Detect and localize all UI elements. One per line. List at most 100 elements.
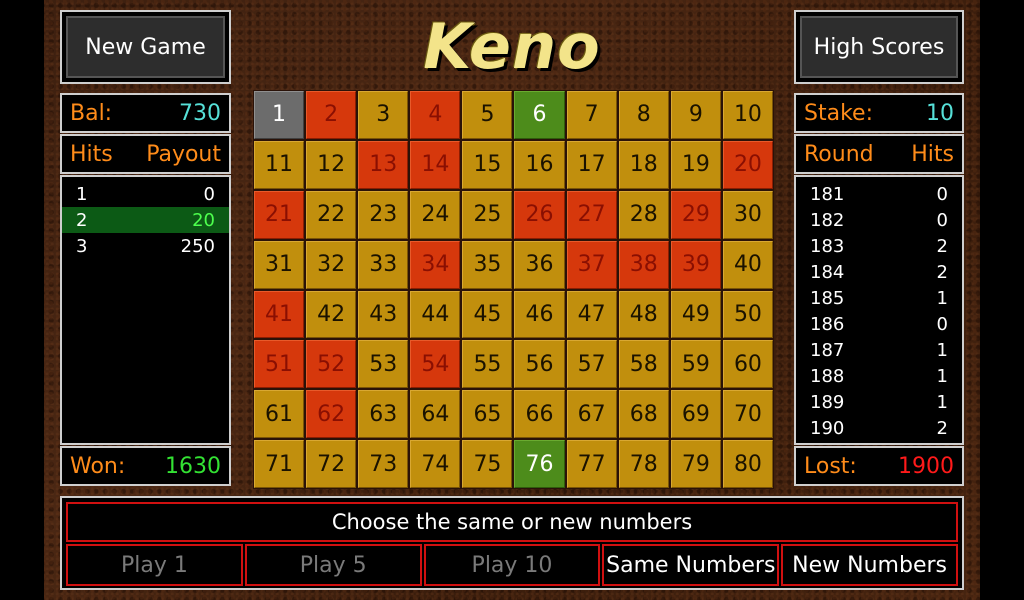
- board-cell-37[interactable]: 37: [566, 240, 617, 289]
- board-cell-62[interactable]: 62: [306, 390, 357, 439]
- board-cell-56[interactable]: 56: [514, 340, 565, 389]
- board-cell-2[interactable]: 2: [306, 91, 357, 139]
- board-cell-43[interactable]: 43: [358, 290, 409, 339]
- board-cell-28[interactable]: 28: [618, 190, 669, 239]
- board-cell-41[interactable]: 41: [254, 290, 305, 339]
- board-cell-55[interactable]: 55: [462, 340, 513, 389]
- board-cell-39[interactable]: 39: [670, 240, 721, 289]
- board-cell-11[interactable]: 11: [254, 140, 305, 189]
- hits-header: Hits: [70, 141, 113, 167]
- board-cell-27[interactable]: 27: [566, 190, 617, 239]
- board-cell-9[interactable]: 9: [670, 91, 721, 139]
- round-hits: 1: [936, 287, 948, 309]
- board-cell-60[interactable]: 60: [722, 340, 773, 389]
- board-cell-54[interactable]: 54: [410, 340, 461, 389]
- board-cell-22[interactable]: 22: [306, 190, 357, 239]
- status-message: Choose the same or new numbers: [66, 502, 958, 542]
- board-cell-52[interactable]: 52: [306, 340, 357, 389]
- board-cell-8[interactable]: 8: [618, 91, 669, 139]
- board-cell-63[interactable]: 63: [358, 390, 409, 439]
- board-cell-75[interactable]: 75: [462, 440, 513, 488]
- board-cell-35[interactable]: 35: [462, 240, 513, 289]
- board-cell-23[interactable]: 23: [358, 190, 409, 239]
- balance-label: Bal:: [70, 100, 113, 126]
- board-cell-48[interactable]: 48: [618, 290, 669, 339]
- board-cell-15[interactable]: 15: [462, 140, 513, 189]
- board-cell-30[interactable]: 30: [722, 190, 773, 239]
- board-cell-61[interactable]: 61: [254, 390, 305, 439]
- board-cell-25[interactable]: 25: [462, 190, 513, 239]
- board-cell-19[interactable]: 19: [670, 140, 721, 189]
- new-game-button-frame: New Game: [60, 10, 231, 84]
- payout-hits: 3: [76, 235, 88, 257]
- play-5-button[interactable]: Play 5: [244, 544, 422, 586]
- round-row: 185 1: [796, 285, 962, 311]
- board-cell-44[interactable]: 44: [410, 290, 461, 339]
- board-cell-21[interactable]: 21: [254, 190, 305, 239]
- board-cell-68[interactable]: 68: [618, 390, 669, 439]
- board-cell-51[interactable]: 51: [254, 340, 305, 389]
- board-cell-33[interactable]: 33: [358, 240, 409, 289]
- won-label: Won:: [70, 453, 126, 479]
- board-cell-17[interactable]: 17: [566, 140, 617, 189]
- board-cell-46[interactable]: 46: [514, 290, 565, 339]
- play-10-button[interactable]: Play 10: [423, 544, 601, 586]
- board-cell-45[interactable]: 45: [462, 290, 513, 339]
- board-cell-53[interactable]: 53: [358, 340, 409, 389]
- board-cell-13[interactable]: 13: [358, 140, 409, 189]
- board-cell-79[interactable]: 79: [670, 440, 721, 488]
- new-numbers-button[interactable]: New Numbers: [781, 544, 958, 586]
- board-cell-24[interactable]: 24: [410, 190, 461, 239]
- board-cell-77[interactable]: 77: [566, 440, 617, 488]
- lost-label: Lost:: [804, 453, 857, 479]
- board-cell-5[interactable]: 5: [462, 91, 513, 139]
- keno-game-screen: New Game Keno High Scores Bal: 730 Hits …: [0, 0, 1024, 600]
- board-cell-40[interactable]: 40: [722, 240, 773, 289]
- same-numbers-button[interactable]: Same Numbers: [602, 544, 780, 586]
- board-cell-70[interactable]: 70: [722, 390, 773, 439]
- board-cell-20[interactable]: 20: [722, 140, 773, 189]
- board-cell-74[interactable]: 74: [410, 440, 461, 488]
- board-cell-49[interactable]: 49: [670, 290, 721, 339]
- board-cell-42[interactable]: 42: [306, 290, 357, 339]
- board-cell-72[interactable]: 72: [306, 440, 357, 488]
- board-cell-1[interactable]: 1: [254, 91, 305, 139]
- board-cell-10[interactable]: 10: [722, 91, 773, 139]
- board-cell-66[interactable]: 66: [514, 390, 565, 439]
- high-scores-button[interactable]: High Scores: [800, 16, 958, 78]
- board-cell-14[interactable]: 14: [410, 140, 461, 189]
- board-cell-4[interactable]: 4: [410, 91, 461, 139]
- won-box: Won: 1630: [60, 446, 231, 486]
- board-cell-18[interactable]: 18: [618, 140, 669, 189]
- board-cell-34[interactable]: 34: [410, 240, 461, 289]
- board-cell-76[interactable]: 76: [514, 440, 565, 488]
- new-game-button[interactable]: New Game: [66, 16, 225, 78]
- board-cell-26[interactable]: 26: [514, 190, 565, 239]
- board-cell-12[interactable]: 12: [306, 140, 357, 189]
- board-cell-78[interactable]: 78: [618, 440, 669, 488]
- board-cell-80[interactable]: 80: [722, 440, 773, 488]
- board-cell-7[interactable]: 7: [566, 91, 617, 139]
- board-cell-31[interactable]: 31: [254, 240, 305, 289]
- board-cell-16[interactable]: 16: [514, 140, 565, 189]
- round-hits: 1: [936, 339, 948, 361]
- board-cell-36[interactable]: 36: [514, 240, 565, 289]
- board-cell-6[interactable]: 6: [514, 91, 565, 139]
- board-cell-67[interactable]: 67: [566, 390, 617, 439]
- board-cell-64[interactable]: 64: [410, 390, 461, 439]
- board-cell-73[interactable]: 73: [358, 440, 409, 488]
- play-1-button[interactable]: Play 1: [66, 544, 243, 586]
- board-cell-69[interactable]: 69: [670, 390, 721, 439]
- board-cell-50[interactable]: 50: [722, 290, 773, 339]
- board-cell-3[interactable]: 3: [358, 91, 409, 139]
- payout-row: 3 250: [62, 233, 229, 259]
- board-cell-32[interactable]: 32: [306, 240, 357, 289]
- board-cell-58[interactable]: 58: [618, 340, 669, 389]
- board-cell-59[interactable]: 59: [670, 340, 721, 389]
- board-cell-57[interactable]: 57: [566, 340, 617, 389]
- board-cell-65[interactable]: 65: [462, 390, 513, 439]
- board-cell-71[interactable]: 71: [254, 440, 305, 488]
- board-cell-38[interactable]: 38: [618, 240, 669, 289]
- board-cell-29[interactable]: 29: [670, 190, 721, 239]
- board-cell-47[interactable]: 47: [566, 290, 617, 339]
